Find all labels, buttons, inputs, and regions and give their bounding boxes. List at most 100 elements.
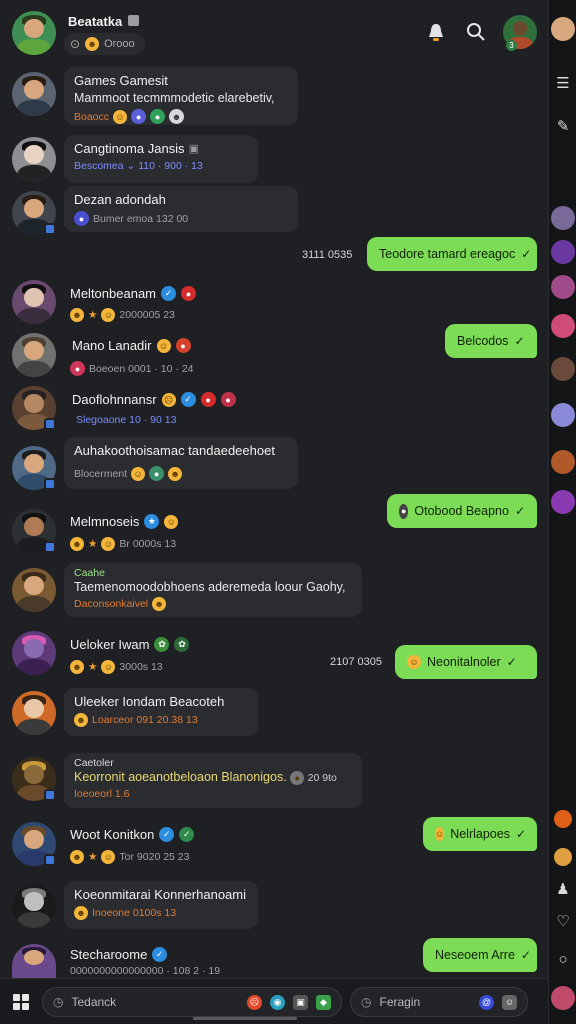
- sender-name: Melmnoseis ★ ☺: [70, 514, 179, 529]
- message-meta: Bescomea ⌄ 110 · 900 · 13: [74, 160, 203, 172]
- online-indicator: [44, 223, 56, 235]
- online-indicator: [44, 854, 56, 866]
- rail-avatar[interactable]: [551, 986, 575, 1010]
- outgoing-message[interactable]: ● Otobood Beapno ✓: [387, 494, 537, 528]
- message-text: Mammoot tecmmmodetic elarebetiv,: [74, 91, 275, 105]
- online-indicator: [44, 541, 56, 553]
- message-meta: ☻ ★ ☺ 2000005 23: [70, 308, 175, 322]
- message-bubble[interactable]: Dezan adondah ● Bumer emoa 132 00: [64, 186, 298, 232]
- image-icon[interactable]: ▣: [293, 994, 308, 1010]
- rail-avatar[interactable]: [554, 848, 572, 866]
- check-icon: ✓: [520, 948, 531, 962]
- search-icon[interactable]: [464, 20, 488, 44]
- rail-avatar[interactable]: [551, 240, 575, 264]
- message-meta: ☻ ★ ☺ Br 0000s 13: [70, 537, 176, 551]
- message-input[interactable]: ◷ Tedanck ☹ ◉ ▣ ◆: [42, 987, 342, 1017]
- sender-name: Caetoler: [74, 757, 114, 769]
- verified-icon: ✓: [180, 392, 196, 407]
- sender-name: Cangtinoma Jansis ▣: [74, 141, 199, 156]
- reaction-icon: ✿: [174, 637, 190, 652]
- reaction-icon: ✿: [154, 637, 170, 652]
- online-indicator: [44, 789, 56, 801]
- sender-name: Daoflohnnansr ☹ ✓ ● ●: [72, 392, 236, 407]
- sender-name: Stecharoome ✓: [70, 947, 168, 962]
- reaction-icon: ✓: [179, 827, 195, 842]
- swirl-icon[interactable]: @: [479, 994, 494, 1010]
- menu-icon[interactable]: ☰: [553, 74, 573, 94]
- verified-icon: ✓: [152, 947, 168, 962]
- reaction-icon: ●: [175, 338, 191, 353]
- secondary-input[interactable]: ◷ Feragin @ ☺: [350, 987, 528, 1017]
- message-bubble[interactable]: Caetoler Keorronit aoeanotbeloaon Blanon…: [64, 753, 362, 808]
- rail-avatar[interactable]: [551, 357, 575, 381]
- sender-name: Koeonmitarai Konnerhanoami: [74, 887, 246, 902]
- chat-subtitle-pill[interactable]: ⊙ ☻ Orooo: [64, 33, 145, 55]
- avatar[interactable]: [12, 72, 56, 116]
- rail-avatar[interactable]: [551, 490, 575, 514]
- rail-avatar[interactable]: [554, 810, 572, 828]
- avatar[interactable]: [12, 631, 56, 675]
- message-time: 2107 0305: [330, 656, 382, 668]
- emoji-icon: ☻: [85, 37, 100, 51]
- outgoing-message[interactable]: Teodore tamard ereagoc ✓: [367, 237, 537, 271]
- pin-icon[interactable]: ○: [553, 950, 573, 970]
- chat-main-area: Beatatka ⊙ ☻ Orooo 3 Games Gamesit Mammo…: [0, 0, 548, 1024]
- outgoing-message[interactable]: ☺ Nelrlapoes ✓: [423, 817, 537, 851]
- sender-name: Caahe: [74, 567, 105, 579]
- message-meta: ☻ ★ ☺ 3000s 13: [70, 660, 163, 674]
- rail-avatar[interactable]: [551, 17, 575, 41]
- chat-title[interactable]: Beatatka: [68, 14, 122, 29]
- emoji-angry-icon[interactable]: ☹: [247, 994, 262, 1010]
- rail-avatar[interactable]: [551, 206, 575, 230]
- message-bubble[interactable]: Cangtinoma Jansis ▣ Bescomea ⌄ 110 · 900 …: [64, 135, 258, 183]
- avatar[interactable]: [12, 137, 56, 181]
- heart-icon[interactable]: ♡: [553, 912, 573, 932]
- message-text: Neonitalnoler: [427, 655, 501, 669]
- camera-icon[interactable]: ◉: [270, 994, 285, 1010]
- outgoing-message[interactable]: Belcodos ✓: [445, 324, 537, 358]
- rail-avatar[interactable]: [551, 275, 575, 299]
- verified-icon: ✓: [161, 286, 176, 301]
- bell-icon[interactable]: [424, 20, 448, 44]
- chat-avatar[interactable]: [12, 11, 56, 55]
- rail-avatar[interactable]: [551, 450, 575, 474]
- message-bubble[interactable]: Koeonmitarai Konnerhanoami ☻ Inoeone 0100…: [64, 881, 258, 929]
- avatar[interactable]: [12, 568, 56, 612]
- sender-name: Woot Konitkon ✓ ✓: [70, 827, 195, 842]
- reaction-icon: ●: [181, 286, 196, 301]
- message-bubble[interactable]: Games Gamesit Mammoot tecmmmodetic elare…: [64, 67, 298, 125]
- avatar[interactable]: [12, 884, 56, 928]
- star-icon: ★: [144, 514, 160, 529]
- message-meta: ☻ ★ ☺ Tor 9020 25 23: [70, 850, 189, 864]
- online-indicator: [44, 418, 56, 430]
- grid-menu-icon[interactable]: [10, 991, 32, 1013]
- message-meta: 0000000000000000 · 108 2 · 19: [70, 965, 221, 977]
- message-bubble[interactable]: Auhakoothoisamac tandaedeehoet Blocermen…: [64, 437, 298, 489]
- message-meta: Boaocc ☺ ● ● ☻: [74, 109, 288, 124]
- emoji-icon: ☺: [113, 109, 128, 124]
- message-bubble[interactable]: Caahe Taemenomoodobhoens aderemeda loour…: [64, 563, 362, 617]
- avatar[interactable]: [12, 691, 56, 735]
- user-icon[interactable]: ♟: [553, 880, 573, 900]
- reaction-icon: ☻: [169, 109, 185, 124]
- sender-name: Games Gamesit: [74, 73, 168, 88]
- chat-icon[interactable]: ✎: [553, 117, 573, 137]
- reaction-icon: ●: [200, 392, 216, 407]
- message-bubble[interactable]: Uleeker Iondam Beacoteh ☻ Loarceor 091 20…: [64, 688, 258, 736]
- outgoing-message[interactable]: Neseoem Arre ✓: [423, 938, 537, 972]
- outgoing-message[interactable]: ☺ Neonitalnoler ✓: [395, 645, 537, 679]
- app-icon[interactable]: ◆: [316, 994, 331, 1010]
- avatar[interactable]: [12, 280, 56, 324]
- message-text: Keorronit aoeanotbeloaon Blanonigos. ● 2…: [74, 770, 337, 785]
- message-input-placeholder: Tedanck: [71, 995, 117, 1009]
- avatar[interactable]: [12, 944, 56, 978]
- sender-name: Mano Lanadir ☺ ●: [72, 338, 191, 353]
- rail-avatar[interactable]: [551, 314, 575, 338]
- message-meta: Slegoaone 10 · 90 13: [76, 414, 177, 426]
- rail-avatar[interactable]: [551, 403, 575, 427]
- sticker-icon[interactable]: ☺: [502, 994, 517, 1010]
- message-meta: ● Bumer emoa 132 00: [74, 211, 288, 226]
- avatar[interactable]: [12, 333, 56, 377]
- sender-name: Meltonbeanam ✓ ●: [70, 286, 196, 301]
- check-icon: ✓: [515, 827, 527, 841]
